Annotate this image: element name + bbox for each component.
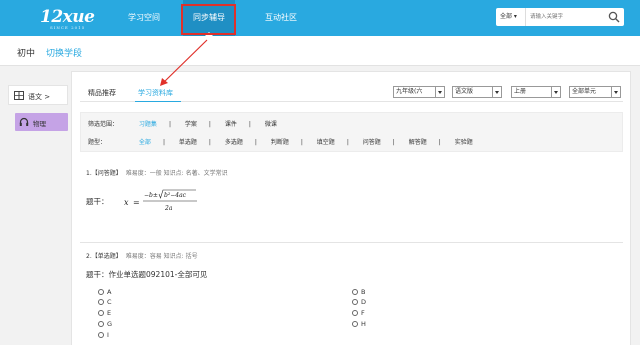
option-g[interactable]: G <box>98 320 112 328</box>
range-option-microlesson[interactable]: 微课 <box>253 119 289 128</box>
volume-select[interactable]: 上册 <box>511 86 561 98</box>
nav-learning-space[interactable]: 学习空间 <box>116 0 172 36</box>
quadratic-formula: x = −b± b²−4ac 2a <box>124 189 197 212</box>
nav-community[interactable]: 互动社区 <box>253 0 309 36</box>
question-2-stem: 题干：作业单选题092101-全部可见 <box>86 270 208 279</box>
range-filter-row: 筛选范围： 习题集 | 学案 | 课件 | 微课 <box>88 119 289 128</box>
headphones-icon <box>19 117 29 126</box>
unit-select[interactable]: 全部单元 <box>569 86 621 98</box>
radio-icon <box>352 299 358 305</box>
range-option-slides[interactable]: 课件 <box>213 119 249 128</box>
type-option-experiment[interactable]: 实验题 <box>443 137 485 146</box>
sidebar-item-chinese[interactable]: 语文 > <box>8 85 68 105</box>
radio-icon <box>98 289 104 295</box>
question-2-header: 2.【单选题】 难易度：容易 知识点: 括号 <box>86 251 198 260</box>
search-input[interactable] <box>527 9 603 25</box>
sidebar-item-physics[interactable]: 物理 <box>15 113 68 131</box>
highlight-box <box>181 4 236 35</box>
question-1-stem-label: 题干： <box>86 197 109 206</box>
radio-icon <box>98 332 104 338</box>
active-tab-indicator <box>135 101 181 102</box>
chevron-down-icon <box>611 87 620 97</box>
svg-text:x: x <box>124 198 129 207</box>
question-number: 2.【单选题】 <box>86 253 122 260</box>
stage-bar: 初中 切换学段 <box>0 36 640 66</box>
question-1-header: 1.【问答题】 难易度：一般 知识点: 名著、文学常识 <box>86 168 228 177</box>
question-meta: 难易度：一般 知识点: 名著、文学常识 <box>125 170 228 177</box>
type-option-solution[interactable]: 解答题 <box>397 137 439 146</box>
book-icon <box>14 91 24 100</box>
question-number: 1.【问答题】 <box>86 170 122 177</box>
switch-stage-link[interactable]: 切换学段 <box>46 46 82 59</box>
question-meta: 难易度：容易 知识点: 括号 <box>125 253 198 260</box>
type-option-all[interactable]: 全部 <box>127 137 163 146</box>
type-option-single[interactable]: 单选题 <box>167 137 209 146</box>
sidebar-item-label: 语文 > <box>28 93 51 101</box>
search-scope-dropdown[interactable]: 全部 ▾ <box>496 8 526 26</box>
radio-icon <box>98 310 104 316</box>
question-divider <box>80 242 623 243</box>
type-option-fill-blank[interactable]: 填空题 <box>305 137 347 146</box>
option-e[interactable]: E <box>98 309 111 317</box>
range-option-study-plan[interactable]: 学案 <box>173 119 209 128</box>
chevron-down-icon <box>492 87 501 97</box>
radio-icon <box>98 299 104 305</box>
chevron-down-icon <box>551 87 560 97</box>
tab-featured[interactable]: 精品推荐 <box>88 88 116 98</box>
grade-select[interactable]: 九年级(六 <box>393 86 445 98</box>
tab-library[interactable]: 学习资料库 <box>138 88 173 98</box>
option-b[interactable]: B <box>352 288 365 296</box>
option-i[interactable]: I <box>98 331 109 339</box>
site-logo[interactable]: 12xue SINCE 2015 <box>40 7 95 30</box>
option-c[interactable]: C <box>98 298 112 306</box>
svg-text:=: = <box>133 198 140 207</box>
radio-icon <box>352 321 358 327</box>
type-option-qa[interactable]: 问答题 <box>351 137 393 146</box>
radio-icon <box>352 289 358 295</box>
sidebar-item-label: 物理 <box>33 120 46 128</box>
type-option-true-false[interactable]: 判断题 <box>259 137 301 146</box>
radio-icon <box>98 321 104 327</box>
option-a[interactable]: A <box>98 288 111 296</box>
type-filter-label: 题型： <box>88 139 107 146</box>
edition-select[interactable]: 语文版 <box>452 86 502 98</box>
option-h[interactable]: H <box>352 320 366 328</box>
main-panel: 精品推荐 学习资料库 九年级(六 语文版 上册 全部单元 筛选范围： 习题集 | … <box>71 71 631 345</box>
top-navbar: 12xue SINCE 2015 学习空间 同步辅导 互动社区 全部 ▾ <box>0 0 640 36</box>
svg-text:−b±: −b± <box>144 192 158 199</box>
chevron-down-icon <box>435 87 444 97</box>
range-filter-label: 筛选范围： <box>88 121 119 128</box>
current-stage: 初中 <box>17 49 36 59</box>
range-option-exercises[interactable]: 习题集 <box>127 119 169 128</box>
search-icon[interactable] <box>608 11 620 23</box>
svg-text:b²−4ac: b²−4ac <box>164 192 187 199</box>
search-box: 全部 ▾ <box>496 8 624 26</box>
svg-text:2a: 2a <box>164 205 173 212</box>
option-d[interactable]: D <box>352 298 366 306</box>
filter-panel: 筛选范围： 习题集 | 学案 | 课件 | 微课 题型： 全部 | 单选题 | 多选题 | … <box>80 112 623 152</box>
type-filter-row: 题型： 全部 | 单选题 | 多选题 | 判断题 | 填空题 | 问答题 | 解答题 | 实验… <box>88 137 485 146</box>
option-f[interactable]: F <box>352 309 365 317</box>
radio-icon <box>352 310 358 316</box>
type-option-multiple[interactable]: 多选题 <box>213 137 255 146</box>
